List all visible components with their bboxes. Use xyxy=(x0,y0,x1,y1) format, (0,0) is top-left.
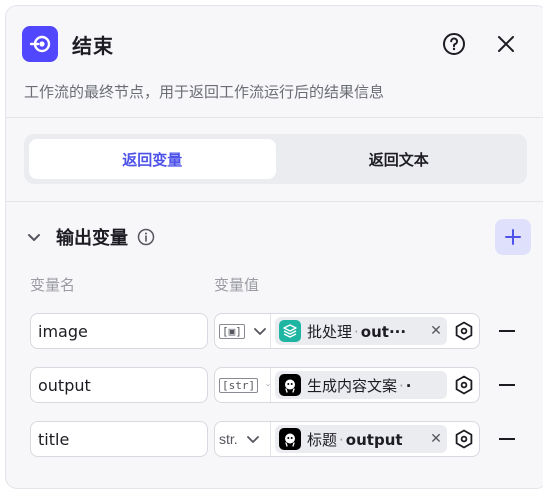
minus-icon xyxy=(499,330,515,332)
return-mode-tabs: 返回变量 返回文本 xyxy=(24,134,527,184)
minus-icon xyxy=(499,384,515,386)
info-icon[interactable] xyxy=(136,227,156,247)
chevron-down-icon xyxy=(266,384,270,387)
reference-tag: 生成内容文案 · · xyxy=(275,371,447,399)
variable-row: output [str] 生成内容文案 · · xyxy=(30,367,530,403)
bot-icon xyxy=(279,428,301,450)
settings-hex-icon[interactable] xyxy=(453,428,475,450)
divider xyxy=(6,117,543,118)
end-node-panel: 结束 工作流的最终节点，用于返回工作流运行后的结果信息 返回变量 返回文本 输出… xyxy=(5,5,543,489)
tab-return-variables[interactable]: 返回变量 xyxy=(29,139,276,179)
variable-name-input[interactable]: image xyxy=(30,313,208,349)
variable-value-field[interactable]: [str] 生成内容文案 · · xyxy=(214,367,480,403)
remove-row-button[interactable] xyxy=(492,313,522,349)
node-title: 结束 xyxy=(72,33,114,58)
variable-value-field[interactable]: [▣] 批处理 · out··· ✕ xyxy=(214,313,480,349)
plus-icon xyxy=(505,229,521,245)
reference-tag: 标题 · output ✕ xyxy=(275,425,447,453)
chevron-down-icon[interactable] xyxy=(24,227,44,247)
chevron-down-icon xyxy=(253,328,266,335)
bot-icon xyxy=(279,374,301,396)
chevron-down-icon xyxy=(246,436,259,443)
type-select[interactable]: [str] xyxy=(215,368,271,402)
variable-name-input[interactable]: title xyxy=(30,421,208,457)
close-icon[interactable] xyxy=(493,31,519,57)
add-variable-button[interactable] xyxy=(495,219,531,255)
output-variables-section-header: 输出变量 xyxy=(24,219,531,255)
type-label: str. xyxy=(219,430,238,447)
reference-tag: 批处理 · out··· ✕ xyxy=(275,317,447,345)
variable-row: title str. 标题 · output ✕ xyxy=(30,421,530,457)
end-node-icon xyxy=(22,26,58,62)
column-variable-value: 变量值 xyxy=(214,276,260,294)
reference-node-name: 标题 xyxy=(307,430,338,449)
column-variable-name: 变量名 xyxy=(30,276,76,294)
type-select[interactable]: [▣] xyxy=(215,314,271,348)
help-circle-icon[interactable] xyxy=(441,31,467,57)
reference-output-name: output xyxy=(345,430,403,449)
remove-reference-icon[interactable]: ✕ xyxy=(429,431,443,447)
divider xyxy=(6,201,543,202)
minus-icon xyxy=(499,438,515,440)
reference-output-name: · xyxy=(405,376,412,395)
layers-icon xyxy=(279,320,301,342)
variable-name-input[interactable]: output xyxy=(30,367,208,403)
reference-output-name: out··· xyxy=(360,322,407,341)
reference-node-name: 批处理 xyxy=(307,322,353,341)
section-title: 输出变量 xyxy=(56,228,128,249)
settings-hex-icon[interactable] xyxy=(453,374,475,396)
settings-hex-icon[interactable] xyxy=(453,320,475,342)
variable-value-field[interactable]: str. 标题 · output ✕ xyxy=(214,421,480,457)
variable-row: image [▣] 批处理 · out··· ✕ xyxy=(30,313,530,349)
node-description: 工作流的最终节点，用于返回工作流运行后的结果信息 xyxy=(24,83,385,101)
tab-return-text[interactable]: 返回文本 xyxy=(276,139,523,179)
remove-row-button[interactable] xyxy=(492,367,522,403)
remove-row-button[interactable] xyxy=(492,421,522,457)
node-header: 结束 xyxy=(22,26,531,62)
type-label: [▣] xyxy=(219,323,245,339)
type-label: [str] xyxy=(219,377,259,393)
type-select[interactable]: str. xyxy=(215,422,271,456)
remove-reference-icon[interactable]: ✕ xyxy=(429,323,443,339)
reference-node-name: 生成内容文案 xyxy=(307,376,398,395)
